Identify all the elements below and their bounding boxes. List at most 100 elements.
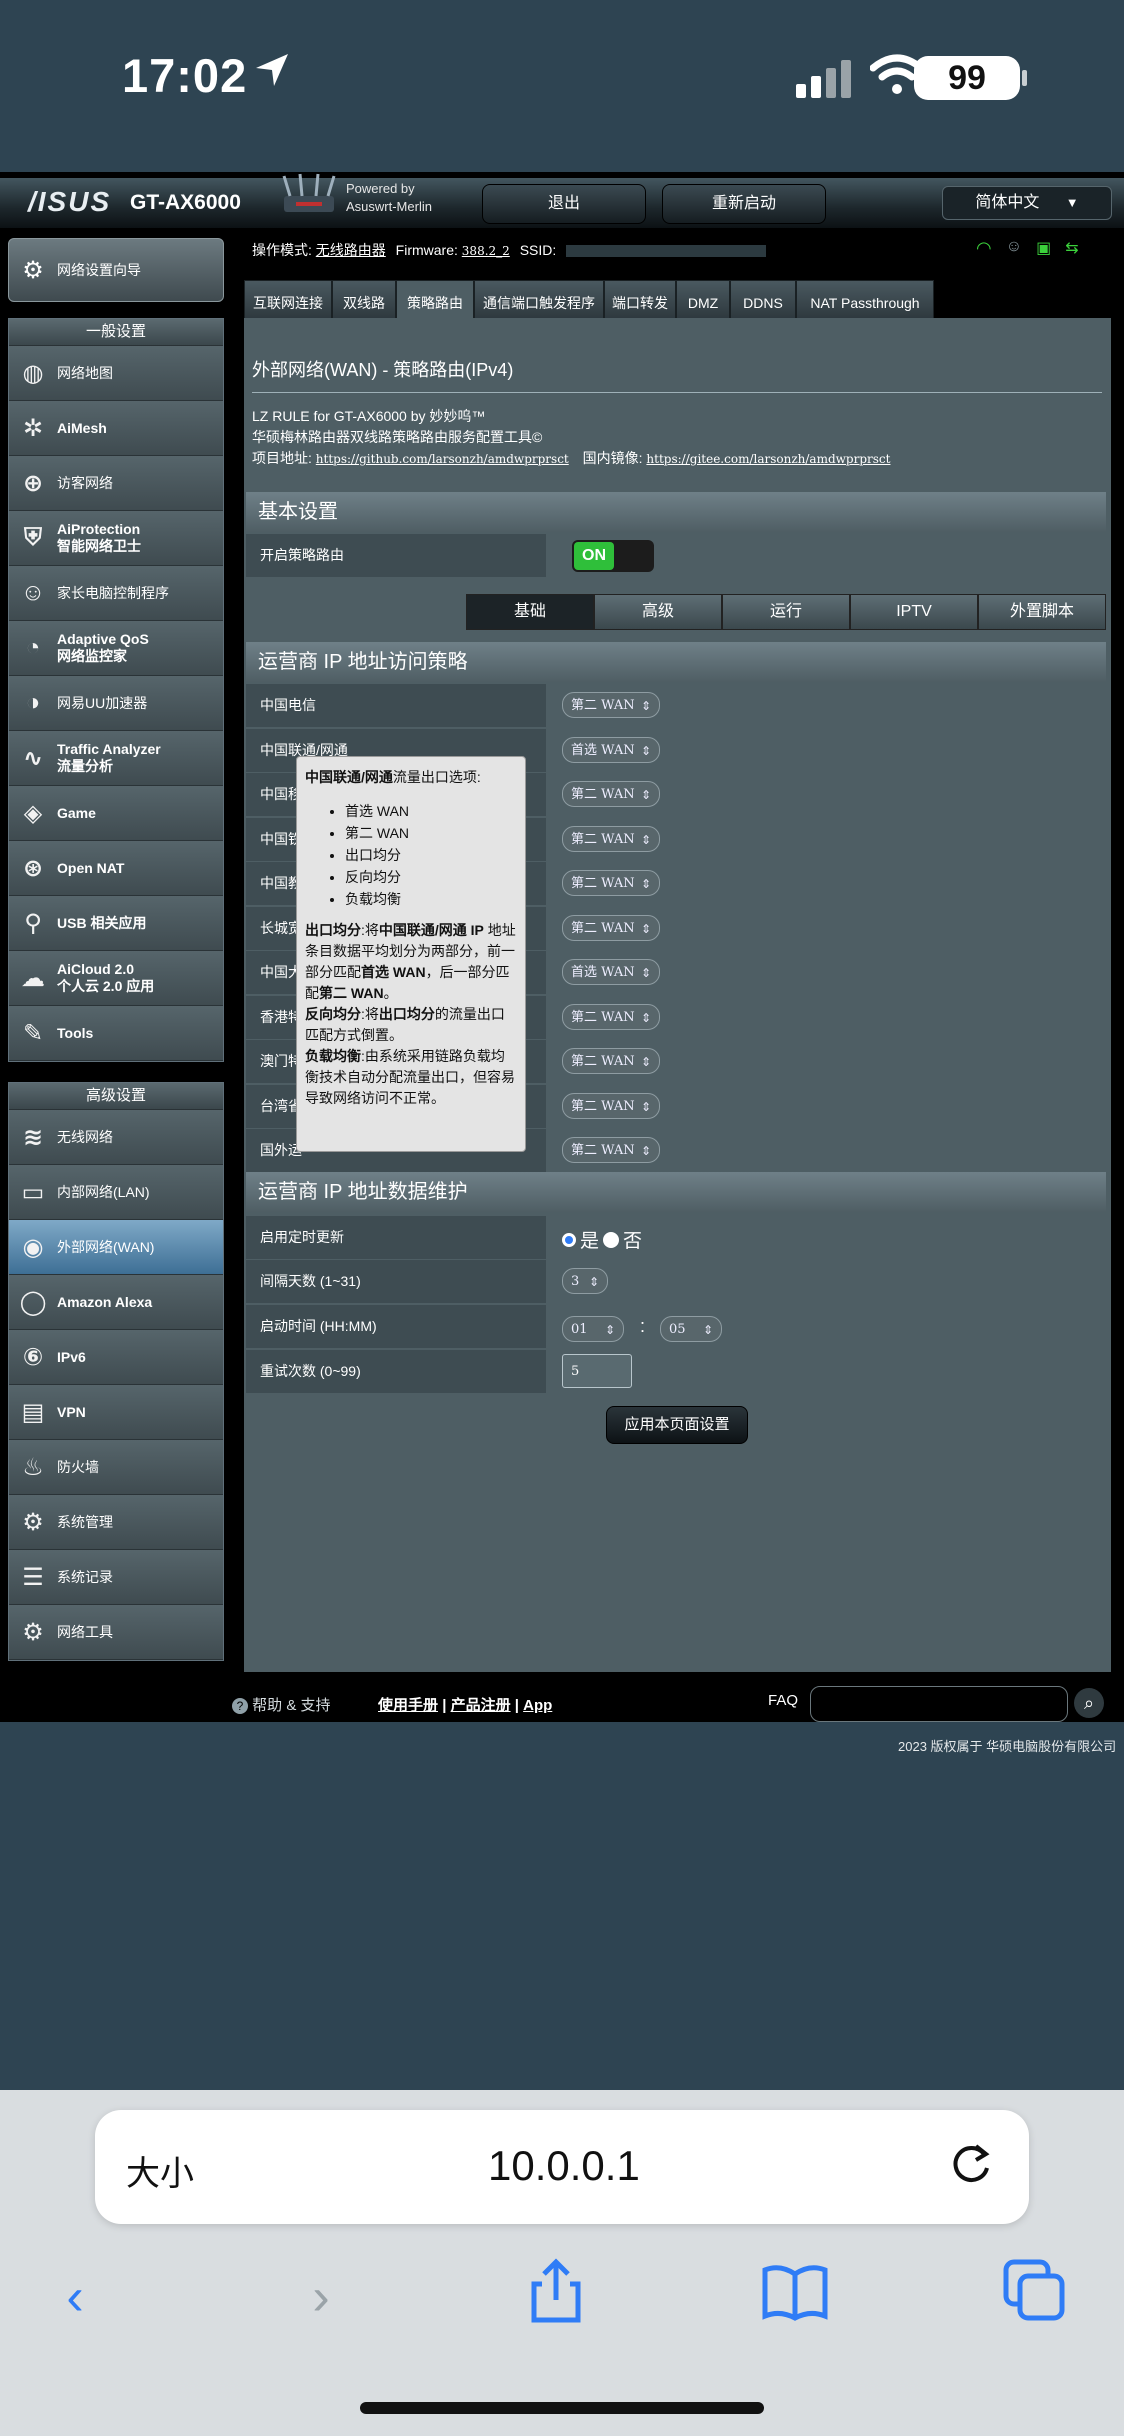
advanced-item-9[interactable]: ⚙ 网络工具 xyxy=(9,1605,223,1660)
isp-wan-select[interactable]: 第二 WAN xyxy=(562,914,660,942)
search-icon[interactable]: ⌕ xyxy=(1074,1688,1104,1718)
advanced-item-7[interactable]: ⚙ 系统管理 xyxy=(9,1495,223,1550)
isp-wan-select[interactable]: 第二 WAN xyxy=(562,870,660,897)
general-item-6[interactable]: ◑ 网易UU加速器 xyxy=(9,676,223,731)
advanced-item-1[interactable]: ▭ 内部网络(LAN) xyxy=(9,1165,223,1220)
title-divider xyxy=(252,392,1102,393)
text-size-button[interactable]: 大小 xyxy=(126,2146,194,2195)
usb-status-icon[interactable]: ▣ xyxy=(1036,238,1051,259)
retry-input[interactable]: 5 xyxy=(562,1354,632,1388)
reboot-button[interactable]: 重新启动 xyxy=(662,184,826,224)
general-item-label: Game xyxy=(57,804,96,821)
reload-icon[interactable] xyxy=(946,2140,996,2195)
lan-icon: ▭ xyxy=(21,1178,45,1206)
bookmarks-icon[interactable] xyxy=(760,2262,830,2327)
general-item-7[interactable]: ∿ Traffic Analyzer 流量分析 xyxy=(9,731,223,786)
footer-links: 使用手册 | 产品注册 | App xyxy=(378,1697,553,1714)
firmware-link[interactable]: 388.2_2 xyxy=(462,244,510,258)
general-item-5[interactable]: ◔ Adaptive QoS 网络监控家 xyxy=(9,621,223,676)
general-item-0[interactable]: ◍ 网络地图 xyxy=(9,346,223,401)
tabs-icon[interactable] xyxy=(1002,2258,1068,2329)
isp-wan-select[interactable]: 首选 WAN xyxy=(562,736,660,764)
general-item-10[interactable]: ⚲ USB 相关应用 xyxy=(9,896,223,951)
advanced-item-4[interactable]: ⑥ IPv6 xyxy=(9,1330,223,1385)
logout-button[interactable]: 退出 xyxy=(482,184,646,224)
isp-wan-select[interactable]: 首选 WAN xyxy=(562,959,660,986)
hour-select[interactable]: 01 xyxy=(562,1316,624,1343)
usb-plug-icon[interactable]: ⇆ xyxy=(1065,238,1078,259)
isp-wan-select[interactable]: 第二 WAN xyxy=(562,692,660,719)
subtab-4[interactable]: 外置脚本 xyxy=(978,594,1106,630)
radio-yes[interactable] xyxy=(562,1232,576,1247)
isp-wan-select[interactable]: 第二 WAN xyxy=(562,1092,660,1120)
info-bar: 操作模式: 无线路由器 Firmware: 388.2_2 SSID: xyxy=(252,240,767,260)
minute-select[interactable]: 05 xyxy=(660,1316,722,1343)
wifi-status-icon[interactable]: ◠ xyxy=(976,238,992,259)
general-item-1[interactable]: ✲ AiMesh xyxy=(9,401,223,456)
interval-label: 间隔天数 (1~31) xyxy=(246,1260,546,1303)
faq-search-input[interactable] xyxy=(810,1686,1068,1722)
general-item-2[interactable]: ⊕ 访客网络 xyxy=(9,456,223,511)
share-icon[interactable] xyxy=(524,2256,588,2331)
subtab-1[interactable]: 高级 xyxy=(594,594,722,630)
back-icon[interactable]: ‹ xyxy=(40,2262,110,2332)
policy-toggle[interactable]: ON xyxy=(572,540,654,572)
isp-wan-select[interactable]: 第二 WAN xyxy=(562,825,660,853)
subtab-2[interactable]: 运行 xyxy=(722,594,850,630)
general-item-4[interactable]: ☺ 家长电脑控制程序 xyxy=(9,566,223,621)
isp-wan-select[interactable]: 第二 WAN xyxy=(562,1003,660,1031)
register-link[interactable]: 产品注册 xyxy=(451,1697,511,1714)
alexa-icon: ◯ xyxy=(19,1288,47,1316)
isp-wan-select[interactable]: 第二 WAN xyxy=(562,1048,660,1075)
general-item-label: Adaptive QoS xyxy=(57,631,149,647)
general-item-11[interactable]: ☁ AiCloud 2.0 个人云 2.0 应用 xyxy=(9,951,223,1006)
start-time-cell xyxy=(549,1305,1106,1348)
app-link[interactable]: App xyxy=(523,1697,552,1714)
language-select[interactable]: 简体中文 ▼ xyxy=(942,186,1112,220)
quick-setup-button[interactable]: ⚙ 网络设置向导 xyxy=(8,238,224,302)
page-title: 外部网络(WAN) - 策略路由(IPv4) xyxy=(252,360,514,380)
advanced-item-label: VPN xyxy=(57,1403,86,1420)
advanced-item-2[interactable]: ◉ 外部网络(WAN) xyxy=(9,1220,223,1275)
general-item-12[interactable]: ✎ Tools xyxy=(9,1006,223,1061)
isp-wan-select[interactable]: 第二 WAN xyxy=(562,1137,660,1164)
forward-icon[interactable]: › xyxy=(286,2262,356,2332)
chevron-down-icon: ▼ xyxy=(1065,195,1079,210)
advanced-item-3[interactable]: ◯ Amazon Alexa xyxy=(9,1275,223,1330)
advanced-item-label: Amazon Alexa xyxy=(57,1293,153,1310)
aiprotection-icon: ⛨ xyxy=(24,524,42,551)
mirror-link[interactable]: https://gitee.com/larsonzh/amdwprprsct xyxy=(646,452,890,466)
subtab-3[interactable]: IPTV xyxy=(850,594,978,630)
general-item-label: 网易UU加速器 xyxy=(57,694,148,711)
enable-policy-label: 开启策略路由 xyxy=(246,534,546,577)
status-time: 17:02 xyxy=(122,49,248,102)
firewall-icon: ♨ xyxy=(22,1453,44,1481)
manual-link[interactable]: 使用手册 xyxy=(378,1697,438,1714)
advanced-item-5[interactable]: ▤ VPN xyxy=(9,1385,223,1440)
general-item-9[interactable]: ⊛ Open NAT xyxy=(9,841,223,896)
aimesh-icon: ✲ xyxy=(22,414,44,442)
advanced-item-0[interactable]: ≋ 无线网络 xyxy=(9,1110,223,1165)
interval-select[interactable]: 3 xyxy=(562,1268,608,1295)
general-item-label: AiProtection xyxy=(57,521,141,537)
project-link[interactable]: https://github.com/larsonzh/amdwprprsct xyxy=(316,452,569,466)
open-nat-icon: ⊛ xyxy=(22,854,44,882)
url-text[interactable]: 10.0.0.1 xyxy=(488,2142,640,2190)
general-item-sublabel: 网络监控家 xyxy=(57,648,127,664)
op-mode-link[interactable]: 无线路由器 xyxy=(316,242,386,258)
subtab-0[interactable]: 基础 xyxy=(466,594,594,630)
basic-settings-header: 基本设置 xyxy=(246,492,1106,532)
advanced-item-label: 内部网络(LAN) xyxy=(57,1183,150,1200)
auto-update-label: 启用定时更新 xyxy=(246,1216,546,1259)
clients-icon[interactable]: ☺ xyxy=(1006,238,1022,259)
isp-wan-select[interactable]: 第二 WAN xyxy=(562,781,660,808)
advanced-item-6[interactable]: ♨ 防火墙 xyxy=(9,1440,223,1495)
radio-no[interactable] xyxy=(603,1231,620,1248)
general-item-label: 访客网络 xyxy=(57,474,113,491)
general-item-8[interactable]: ◈ Game xyxy=(9,786,223,841)
help-icon: ? xyxy=(232,1698,248,1714)
apply-button[interactable]: 应用本页面设置 xyxy=(606,1406,748,1444)
general-item-3[interactable]: ⛨ AiProtection 智能网络卫士 xyxy=(9,511,223,566)
advanced-item-8[interactable]: ☰ 系统记录 xyxy=(9,1550,223,1605)
help-support[interactable]: ? 帮助 & 支持 xyxy=(232,1694,331,1715)
